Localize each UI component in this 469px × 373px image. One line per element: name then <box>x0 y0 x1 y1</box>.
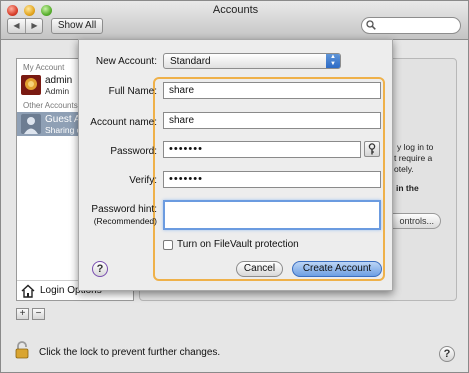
password-hint-sublabel: (Recommended) <box>93 216 157 226</box>
avatar <box>21 75 41 95</box>
account-name-label: Account name: <box>90 117 157 128</box>
lock-icon[interactable] <box>15 341 29 359</box>
search-icon <box>366 20 376 30</box>
remove-account-button[interactable]: − <box>32 308 45 320</box>
title-bar: Accounts ◀ ▶ Show All <box>1 1 468 40</box>
cancel-button[interactable]: Cancel <box>236 261 283 277</box>
new-account-sheet: New Account: Standard ▲ ▼ Full Name: shar… <box>78 39 393 291</box>
window-title: Accounts <box>212 4 259 16</box>
password-hint-field[interactable] <box>163 200 381 230</box>
new-account-label: New Account: <box>95 56 157 67</box>
lock-message: Click the lock to prevent further change… <box>39 347 221 358</box>
password-field[interactable]: ••••••• <box>163 141 361 158</box>
panel-text-line: in the <box>396 183 419 193</box>
verify-field[interactable]: ••••••• <box>163 171 381 188</box>
help-button[interactable]: ? <box>439 346 455 362</box>
full-name-field[interactable]: share <box>163 82 381 99</box>
full-name-label: Full Name: <box>108 86 157 97</box>
password-label: Password: <box>110 146 157 157</box>
back-button[interactable]: ◀ <box>8 19 26 33</box>
account-name: admin <box>45 75 73 86</box>
password-hint-label: Password hint: <box>91 204 157 215</box>
forward-button[interactable]: ▶ <box>26 19 43 33</box>
account-name-field[interactable]: share <box>163 112 381 129</box>
panel-text-line: t require a <box>394 153 433 163</box>
popup-arrows-icon: ▲ ▼ <box>326 54 340 68</box>
panel-text-line: y log in to <box>397 142 434 152</box>
guest-avatar <box>21 114 41 134</box>
filevault-checkbox[interactable] <box>163 240 173 250</box>
key-icon <box>368 143 376 155</box>
search-input[interactable] <box>361 17 461 34</box>
create-account-button[interactable]: Create Account <box>292 261 382 277</box>
nav-buttons: ◀ ▶ <box>7 18 43 34</box>
sheet-help-button[interactable]: ? <box>92 261 108 277</box>
add-account-button[interactable]: + <box>16 308 29 320</box>
verify-label: Verify: <box>129 175 157 186</box>
account-role: Admin <box>45 86 70 96</box>
account-type-popup[interactable]: Standard ▲ ▼ <box>163 53 341 69</box>
panel-text-line: otely. <box>394 164 414 174</box>
accounts-window: Accounts ◀ ▶ Show All My Account admin A… <box>0 0 469 373</box>
show-all-button[interactable]: Show All <box>51 18 103 34</box>
my-account-header: My Account <box>23 63 65 72</box>
house-icon <box>21 284 35 298</box>
other-accounts-header: Other Accounts <box>23 101 78 110</box>
password-assistant-button[interactable] <box>364 141 380 157</box>
account-type-value: Standard <box>170 56 211 67</box>
filevault-label: Turn on FileVault protection <box>177 239 299 250</box>
